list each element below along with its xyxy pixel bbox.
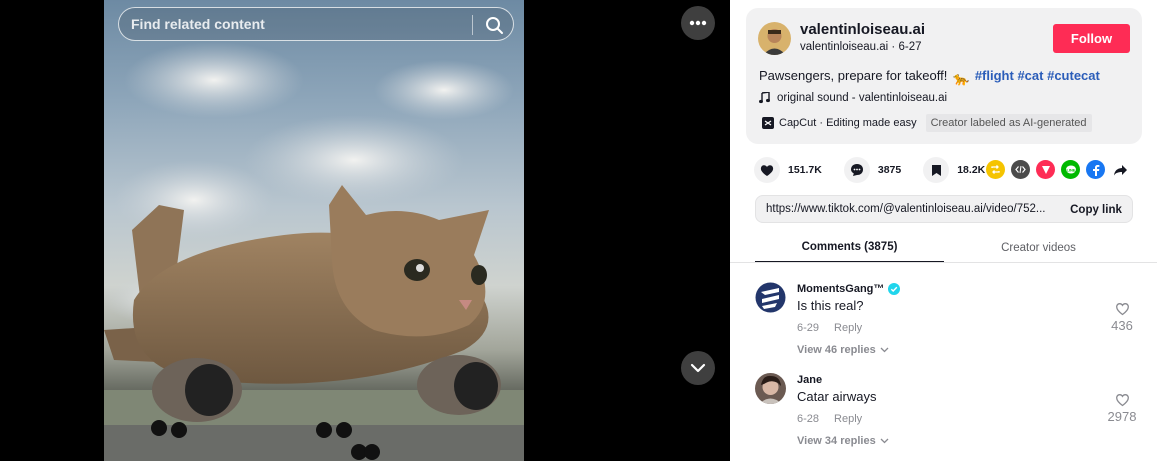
reply-button[interactable]: Reply: [834, 322, 862, 334]
tab-creator-videos[interactable]: Creator videos: [944, 232, 1133, 263]
save-count: 18.2K: [957, 164, 986, 176]
search-divider: [472, 15, 473, 35]
like-count: 151.7K: [788, 164, 822, 176]
engagement-stats: 151.7K 3875 18.2K: [754, 157, 1007, 183]
search-input[interactable]: [131, 8, 471, 40]
ai-generated-label: Creator labeled as AI-generated: [925, 114, 1092, 132]
tab-comments[interactable]: Comments (3875): [755, 232, 944, 263]
comment-meta: 6-28 Reply: [797, 413, 862, 425]
next-video-button[interactable]: [681, 351, 715, 385]
author-avatar[interactable]: [758, 22, 791, 55]
caption-text: Pawsengers, prepare for takeoff!: [759, 68, 948, 83]
comment-bubble-icon: [850, 164, 863, 176]
tabs-divider: [730, 262, 1157, 263]
comment-text: Catar airways: [797, 389, 877, 404]
heart-outline-icon[interactable]: [1115, 302, 1130, 316]
verified-badge-icon: [888, 283, 901, 295]
view-replies-button[interactable]: View 34 replies: [797, 435, 889, 447]
bookmark-icon: [931, 164, 941, 176]
comment-count: 3875: [877, 164, 902, 176]
copy-link-box: https://www.tiktok.com/@valentinloiseau.…: [755, 195, 1133, 223]
commenter-avatar[interactable]: [755, 282, 786, 313]
commenter-avatar[interactable]: [755, 373, 786, 404]
reply-button[interactable]: Reply: [834, 413, 862, 425]
video-frame[interactable]: [104, 0, 524, 461]
search-bar: [118, 7, 514, 41]
post-date: 6-27: [898, 41, 922, 53]
video-player-area: [0, 0, 730, 461]
sound-row[interactable]: original sound - valentinloiseau.ai: [759, 92, 947, 104]
comment-text: Is this real?: [797, 298, 864, 313]
comment-like-count: 2978: [1107, 409, 1137, 424]
capcut-label: CapCut · Editing made easy: [779, 117, 917, 129]
sound-title[interactable]: original sound - valentinloiseau.ai: [777, 92, 947, 104]
hashtag-cat[interactable]: #cat: [1017, 68, 1043, 83]
capcut-row: CapCut · Editing made easy Creator label…: [759, 114, 1092, 132]
video-info-card: valentinloiseau.ai valentinloiseau.ai · …: [746, 8, 1142, 144]
details-panel: valentinloiseau.ai valentinloiseau.ai · …: [730, 0, 1157, 461]
hashtag-flight[interactable]: #flight: [975, 68, 1014, 83]
commenter-username[interactable]: Jane: [797, 374, 822, 386]
chevron-down-icon: [690, 363, 706, 373]
svg-text:LINE: LINE: [1066, 167, 1075, 172]
leopard-emoji-icon: 🐆: [953, 71, 970, 86]
panel-tabs: Comments (3875) Creator videos: [755, 232, 1133, 263]
commenter-username[interactable]: MomentsGang™: [797, 283, 884, 295]
commenter-name[interactable]: MomentsGang™: [797, 283, 901, 295]
chevron-down-icon: [880, 438, 889, 444]
comment-date: 6-29: [797, 322, 820, 334]
video-caption: Pawsengers, prepare for takeoff! 🐆 #flig…: [759, 68, 1100, 87]
view-replies-label: View 46 replies: [797, 344, 876, 356]
author-subtitle: valentinloiseau.ai · 6-27: [800, 41, 922, 53]
like-button[interactable]: [754, 157, 780, 183]
commenter-name[interactable]: Jane: [797, 374, 822, 386]
like-stat: 151.7K: [754, 157, 822, 183]
comment-date: 6-28: [797, 413, 820, 425]
share-options: LINE: [986, 160, 1130, 179]
copy-link-button[interactable]: Copy link: [1059, 197, 1133, 222]
search-icon[interactable]: [483, 14, 505, 36]
share-arrow-icon[interactable]: [1111, 160, 1130, 179]
save-stat: 18.2K: [923, 157, 985, 183]
capcut-icon: [762, 117, 774, 129]
comment-button[interactable]: [843, 157, 870, 183]
video-thumbnail-illustration: [104, 42, 524, 461]
comment-like: 436: [1105, 302, 1139, 333]
heart-icon: [760, 164, 774, 176]
line-icon[interactable]: LINE: [1061, 160, 1080, 179]
view-replies-label: View 34 replies: [797, 435, 876, 447]
comment-stat: 3875: [843, 157, 902, 183]
author-separator: ·: [888, 41, 899, 53]
save-button[interactable]: [923, 157, 950, 183]
heart-outline-icon[interactable]: [1115, 393, 1130, 407]
author-handle[interactable]: valentinloiseau.ai: [800, 41, 888, 53]
repost-icon[interactable]: [986, 160, 1005, 179]
hashtag-cutecat[interactable]: #cutecat: [1047, 68, 1100, 83]
music-note-icon: [759, 92, 770, 104]
comment-meta: 6-29 Reply: [797, 322, 862, 334]
view-replies-button[interactable]: View 46 replies: [797, 344, 889, 356]
more-options-button[interactable]: [681, 6, 715, 40]
follow-button[interactable]: Follow: [1053, 24, 1130, 53]
author-name[interactable]: valentinloiseau.ai: [800, 21, 925, 38]
send-icon[interactable]: [1036, 160, 1055, 179]
comment-like: 2978: [1105, 393, 1139, 424]
capcut-chip[interactable]: CapCut · Editing made easy: [759, 115, 920, 131]
facebook-icon[interactable]: [1086, 160, 1105, 179]
comment-like-count: 436: [1111, 318, 1133, 333]
more-dots-icon: [689, 20, 707, 26]
chevron-down-icon: [880, 347, 889, 353]
embed-icon[interactable]: [1011, 160, 1030, 179]
video-url[interactable]: https://www.tiktok.com/@valentinloiseau.…: [766, 203, 1056, 215]
